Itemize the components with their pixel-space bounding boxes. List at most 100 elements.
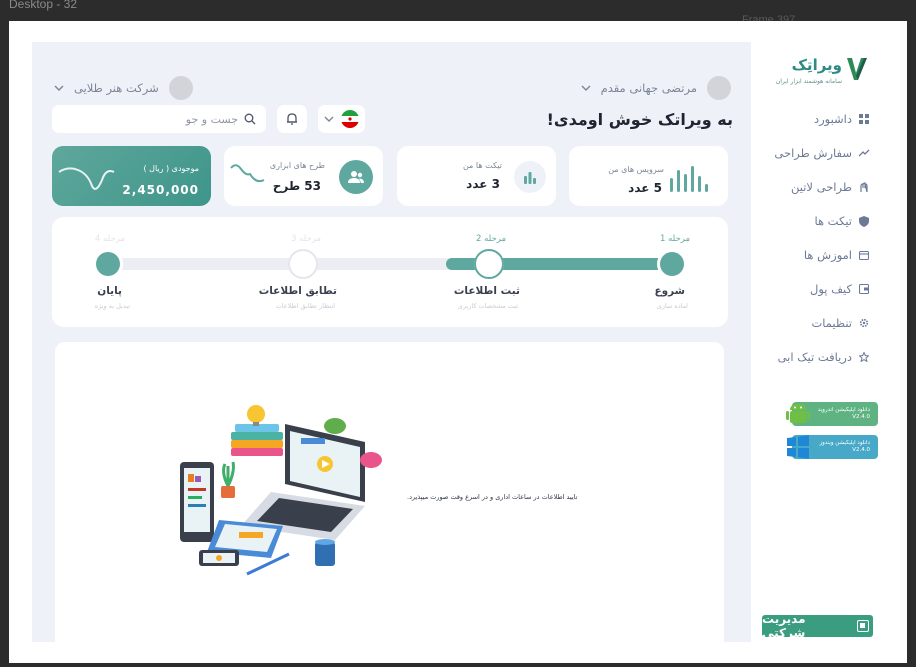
stats-icon	[524, 172, 536, 184]
step-2-name: ثبت اطلاعات	[453, 285, 520, 297]
panel-message: تایید اطلاعات در ساعات اداری و در اسرع و…	[407, 493, 578, 501]
progress-stepper: مرحله 1 مرحله 2 مرحله 3 مرحله 4 شروع ثبت…	[52, 217, 728, 327]
wave-line-icon	[58, 167, 115, 190]
sidebar-item-label: دریافت تیک ابی	[777, 350, 852, 364]
step-2-desc: ثبت مشخصات کاربری	[457, 302, 518, 310]
building-icon	[857, 620, 869, 632]
corporate-management-button[interactable]: مدیریت شرکتی	[762, 612, 873, 640]
logo-mark-icon	[847, 58, 867, 80]
designs-card[interactable]: طرح های ابزاری 53 طرح	[224, 146, 383, 206]
sidebar-nav: داشبورد سفارش طراحی طراحی لاتین تیکت ها …	[751, 102, 878, 374]
tickets-icon-wrap	[514, 161, 546, 193]
bar-chart-icon	[670, 166, 708, 192]
chevron-down-icon	[324, 116, 334, 122]
services-card[interactable]: سرویس های من 5 عدد	[569, 146, 728, 206]
sidebar-item-tickets[interactable]: تیکت ها	[751, 204, 878, 238]
logo-title: ویراتِک	[791, 56, 842, 74]
user-avatar	[707, 76, 731, 100]
logo-subtitle: سامانه هوشمند ابزار ایران	[775, 78, 842, 85]
grid-icon	[858, 113, 870, 125]
gear-icon	[858, 317, 870, 329]
step-1-name: شروع	[654, 285, 685, 297]
user-name: مرتضی جهانی مقدم	[600, 81, 697, 95]
sidebar-item-design-order[interactable]: سفارش طراحی	[751, 136, 878, 170]
chevron-down-icon	[581, 85, 591, 91]
windows-icon	[787, 435, 809, 459]
company-name: شرکت هنر طلایی	[74, 81, 159, 95]
sidebar-item-label: اموزش ها	[803, 248, 852, 262]
step-1-desc: اماده سازی	[656, 302, 688, 310]
step-1-number: مرحله 1	[660, 234, 690, 244]
sidebar-item-label: تیکت ها	[814, 214, 852, 228]
sidebar-item-label: تنظیمات	[811, 316, 852, 330]
sidebar-item-label: سفارش طراحی	[774, 146, 852, 160]
services-value: 5 عدد	[628, 181, 662, 195]
welcome-title: به ویراتک خوش اومدی!	[546, 110, 733, 129]
step-3-name: تطابق اطلاعات	[258, 285, 337, 297]
sidebar-item-dashboard[interactable]: داشبورد	[751, 102, 878, 136]
corporate-management-label: مدیریت شرکتی	[762, 612, 806, 640]
balance-title: موجودی ( ریال )	[143, 164, 199, 173]
tickets-card[interactable]: تیکت ها من 3 عدد	[397, 146, 556, 206]
company-avatar	[168, 76, 193, 100]
company-menu[interactable]: شرکت هنر طلایی	[54, 76, 193, 100]
logo[interactable]: ویراتِک سامانه هوشمند ابزار ایران	[751, 50, 878, 94]
step-4-dot[interactable]	[93, 249, 123, 279]
balance-card[interactable]: موجودی ( ریال ) 2,450,000	[52, 146, 211, 206]
hand-icon	[858, 181, 870, 193]
designs-title: طرح های ابزاری	[269, 161, 325, 170]
tickets-value: 3 عدد	[466, 177, 500, 191]
android-download-label: دانلود اپلیکیشن اندروید	[817, 406, 870, 413]
main-area: مرتضی جهانی مقدم شرکت هنر طلایی به ویرات…	[32, 42, 751, 652]
android-icon	[786, 404, 810, 423]
services-title: سرویس های من	[608, 165, 664, 174]
desktop-frame: مرتضی جهانی مقدم شرکت هنر طلایی به ویرات…	[9, 21, 907, 663]
iran-flag-icon	[341, 110, 359, 128]
app-canvas: مرتضی جهانی مقدم شرکت هنر طلایی به ویرات…	[32, 42, 878, 652]
frame-title: Desktop - 32	[9, 0, 78, 11]
windows-version: V2.4.0	[852, 447, 870, 453]
calendar-icon	[858, 249, 870, 261]
user-menu[interactable]: مرتضی جهانی مقدم	[581, 76, 731, 100]
sidebar-item-label: طراحی لاتین	[790, 180, 852, 194]
content-panel: تایید اطلاعات در ساعات اداری و در اسرع و…	[55, 342, 724, 652]
bell-icon	[287, 113, 297, 125]
chevron-down-icon	[54, 85, 64, 91]
trend-icon	[858, 147, 870, 159]
tickets-title: تیکت ها من	[462, 161, 502, 170]
android-download-text: دانلود اپلیکیشن اندروید V2.4.0	[818, 407, 870, 421]
users-icon-wrap	[339, 160, 373, 194]
balance-value: 2,450,000	[122, 183, 199, 197]
android-download-button[interactable]: دانلود اپلیکیشن اندروید V2.4.0	[786, 402, 878, 426]
step-3-dot[interactable]	[288, 249, 318, 279]
workspace-illustration	[180, 405, 382, 576]
windows-download-text: دانلود اپلیکیشن ویندوز V2.4.0	[820, 440, 871, 454]
step-2-number: مرحله 2	[476, 234, 506, 244]
search-box[interactable]	[52, 105, 266, 133]
sidebar-item-latin-design[interactable]: طراحی لاتین	[751, 170, 878, 204]
search-icon	[244, 113, 256, 125]
designs-value: 53 طرح	[272, 179, 321, 193]
step-1-dot[interactable]	[657, 249, 687, 279]
sidebar-item-blue-tick[interactable]: دریافت تیک ابی	[751, 340, 878, 374]
wallet-icon	[858, 283, 870, 295]
sidebar-item-label: داشبورد	[813, 112, 852, 126]
step-track	[108, 258, 671, 270]
users-icon	[348, 171, 364, 183]
language-selector[interactable]	[318, 105, 365, 133]
sidebar: ویراتِک سامانه هوشمند ابزار ایران داشبور…	[751, 42, 878, 642]
star-icon	[858, 351, 870, 363]
step-4-desc: تبدیل به ویژه	[94, 302, 130, 310]
sidebar-item-tutorials[interactable]: اموزش ها	[751, 238, 878, 272]
android-version: V2.4.0	[852, 414, 870, 420]
shield-icon	[858, 215, 870, 227]
sidebar-item-label: کیف پول	[809, 282, 852, 296]
notifications-button[interactable]	[277, 105, 307, 133]
sidebar-item-settings[interactable]: تنظیمات	[751, 306, 878, 340]
search-input[interactable]	[78, 112, 238, 126]
wave-line-icon	[230, 164, 265, 183]
windows-download-button[interactable]: دانلود اپلیکیشن ویندوز V2.4.0	[787, 435, 878, 459]
sidebar-item-wallet[interactable]: کیف پول	[751, 272, 878, 306]
step-2-dot[interactable]	[474, 249, 504, 279]
windows-download-label: دانلود اپلیکیشن ویندوز	[819, 439, 871, 446]
